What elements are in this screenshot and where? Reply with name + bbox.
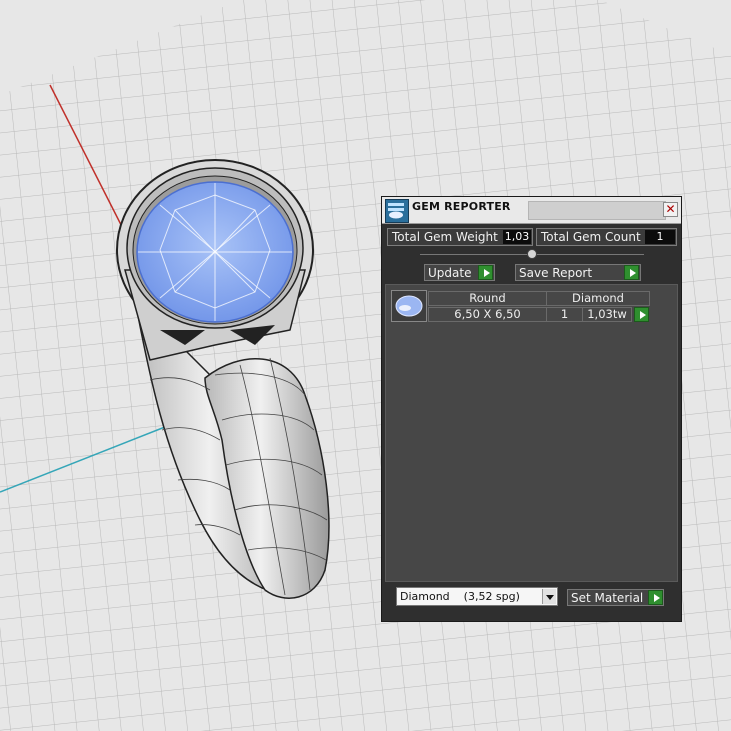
save-report-button-label: Save Report bbox=[519, 266, 593, 280]
gem-row-arrow-icon[interactable] bbox=[634, 307, 649, 322]
gem-thumbnail[interactable] bbox=[391, 290, 427, 322]
total-gem-weight-value: 1,03 bbox=[503, 230, 531, 244]
update-button-label: Update bbox=[428, 266, 472, 280]
update-button[interactable]: Update bbox=[424, 264, 495, 281]
set-material-arrow-icon[interactable] bbox=[648, 590, 663, 605]
gem-list[interactable] bbox=[385, 284, 678, 582]
total-gem-count-value: 1 bbox=[645, 230, 675, 244]
gem-reporter-panel: GEM REPORTER ✕ Total Gem Weight 1,03 Tot… bbox=[381, 196, 682, 622]
gem-reporter-app-icon bbox=[385, 199, 409, 223]
save-report-arrow-icon[interactable] bbox=[624, 265, 639, 280]
gem-size-cell: 6,50 X 6,50 bbox=[428, 307, 547, 322]
total-gem-weight-label: Total Gem Weight bbox=[392, 230, 498, 244]
panel-title: GEM REPORTER bbox=[412, 200, 511, 213]
titlebar-drag-area[interactable] bbox=[528, 201, 666, 220]
close-icon[interactable]: ✕ bbox=[663, 202, 678, 217]
material-select[interactable]: Diamond (3,52 spg) bbox=[396, 587, 558, 606]
gem-quantity-cell: 1 bbox=[546, 307, 583, 322]
gem-weight-cell: 1,03tw bbox=[582, 307, 632, 322]
update-arrow-icon[interactable] bbox=[478, 265, 493, 280]
set-material-button[interactable]: Set Material bbox=[567, 589, 664, 606]
panel-titlebar[interactable]: GEM REPORTER ✕ bbox=[382, 197, 681, 224]
set-material-button-label: Set Material bbox=[571, 591, 644, 605]
gem-shape-cell: Round bbox=[428, 291, 547, 306]
save-report-button[interactable]: Save Report bbox=[515, 264, 641, 281]
total-gem-count-field: Total Gem Count 1 bbox=[536, 228, 677, 246]
total-gem-weight-field: Total Gem Weight 1,03 bbox=[387, 228, 533, 246]
chevron-down-icon[interactable] bbox=[542, 589, 556, 604]
material-select-value: Diamond (3,52 spg) bbox=[400, 590, 520, 603]
total-gem-count-label: Total Gem Count bbox=[541, 230, 641, 244]
gem-material-cell: Diamond bbox=[546, 291, 650, 306]
panel-slider-handle[interactable] bbox=[527, 249, 537, 259]
